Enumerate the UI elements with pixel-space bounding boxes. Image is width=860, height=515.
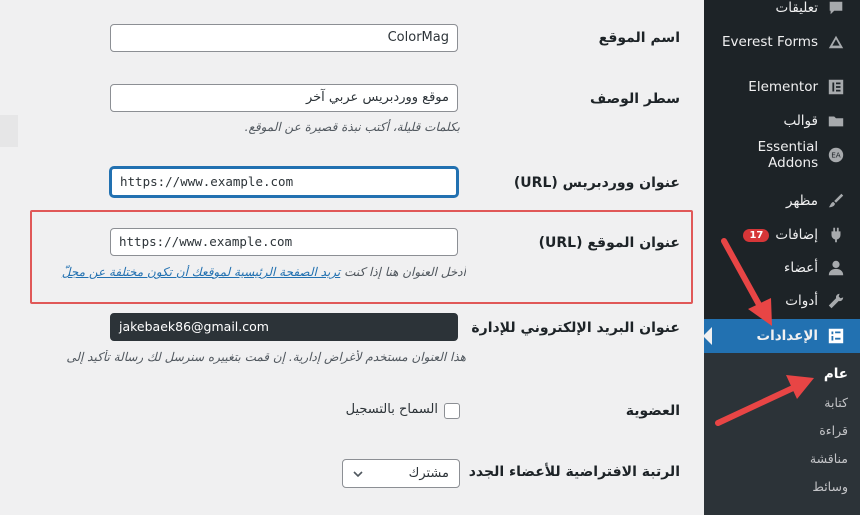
sidebar-item-users[interactable]: أعضاء: [704, 251, 860, 285]
submenu-discussion[interactable]: مناقشة: [810, 451, 848, 466]
chevron-down-icon: [353, 471, 363, 478]
brush-icon: [826, 191, 846, 211]
sidebar-item-label: Elementor: [748, 79, 818, 95]
submenu-general[interactable]: عام: [824, 366, 848, 382]
sidebar-item-label: تعليقات: [775, 0, 818, 16]
submenu-writing[interactable]: كتابة: [824, 395, 848, 410]
sidebar-item-elementor[interactable]: Elementor: [704, 70, 860, 104]
admin-email-description: هذا العنوان مستخدم لأغراض إدارية. إن قمت…: [66, 350, 466, 364]
membership-label: العضوية: [625, 403, 680, 419]
elementor-icon: [826, 77, 846, 97]
sidebar-item-appearance[interactable]: مظهر: [704, 184, 860, 218]
site-address-input[interactable]: https://www.example.com: [110, 228, 458, 256]
sidebar-item-comments[interactable]: تعليقات: [704, 0, 860, 25]
sidebar-item-label: مظهر: [786, 193, 818, 209]
sidebar-item-plugins[interactable]: إضافات 17: [704, 218, 860, 252]
user-icon: [826, 258, 846, 278]
admin-email-label: عنوان البريد الإلكتروني للإدارة: [471, 320, 680, 336]
everest-forms-icon: [826, 32, 846, 52]
sidebar-item-settings[interactable]: الإعدادات: [704, 319, 860, 353]
site-address-description: أدخل العنوان هنا إذا كنت تريد الصفحة الر…: [0, 265, 466, 279]
default-role-label: الرتبة الافتراضية للأعضاء الجدد: [468, 464, 680, 480]
folder-icon: [826, 111, 846, 131]
site-address-label: عنوان الموقع (URL): [538, 235, 680, 251]
sidebar-item-label: الإعدادات: [756, 328, 818, 344]
svg-text:EA: EA: [831, 151, 841, 160]
admin-email-input[interactable]: jakebaek86@gmail.com: [110, 313, 458, 341]
site-address-desc-link[interactable]: تريد الصفحة الرئيسية لموقعك أن تكون مختل…: [62, 265, 340, 279]
sidebar-item-label: Everest Forms: [721, 34, 818, 50]
wp-address-label: عنوان ووردبريس (URL): [513, 175, 680, 191]
wp-address-input[interactable]: https://www.example.com: [110, 167, 458, 197]
site-title-label: اسم الموقع: [598, 30, 680, 46]
default-role-selected: مشترك: [408, 466, 449, 481]
sidebar-item-label: أدوات: [785, 293, 818, 309]
sidebar-item-label: إضافات: [775, 227, 818, 243]
admin-sidebar: تعليقات Everest Forms Elementor قوالب EA…: [704, 0, 860, 515]
highlight-box: [30, 210, 693, 304]
sidebar-item-label: قوالب: [783, 113, 818, 129]
plugin-updates-badge: 17: [743, 228, 770, 242]
tagline-label: سطر الوصف: [589, 91, 680, 107]
wrench-icon: [826, 291, 846, 311]
submenu-media[interactable]: وسائط: [812, 479, 848, 494]
membership-checkbox-label[interactable]: السماح بالتسجيل: [346, 402, 438, 417]
edge-artifact: [0, 115, 18, 147]
settings-icon: [826, 326, 846, 346]
site-address-desc-text: أدخل العنوان هنا إذا كنت: [340, 265, 466, 279]
plugin-icon: [826, 225, 846, 245]
sidebar-item-tools[interactable]: أدوات: [704, 284, 860, 318]
tagline-input[interactable]: موقع ووردبريس عربي آخر: [110, 84, 458, 112]
site-title-input[interactable]: ColorMag: [110, 24, 458, 52]
submenu-reading[interactable]: قراءة: [819, 423, 848, 438]
comment-icon: [826, 0, 846, 18]
sidebar-item-everest-forms[interactable]: Everest Forms: [704, 25, 860, 59]
sidebar-item-templates[interactable]: قوالب: [704, 104, 860, 138]
sidebar-item-label: أعضاء: [784, 260, 818, 276]
default-role-select[interactable]: مشترك: [342, 459, 460, 488]
sidebar-item-essential-addons[interactable]: EA Essential Addons: [704, 138, 860, 172]
membership-checkbox[interactable]: [444, 403, 460, 419]
tagline-description: بكلمات قليلة، أكتب نبذة قصيرة عن الموقع.: [244, 120, 460, 134]
sidebar-item-label: Essential Addons: [757, 139, 819, 171]
essential-addons-icon: EA: [826, 145, 846, 165]
